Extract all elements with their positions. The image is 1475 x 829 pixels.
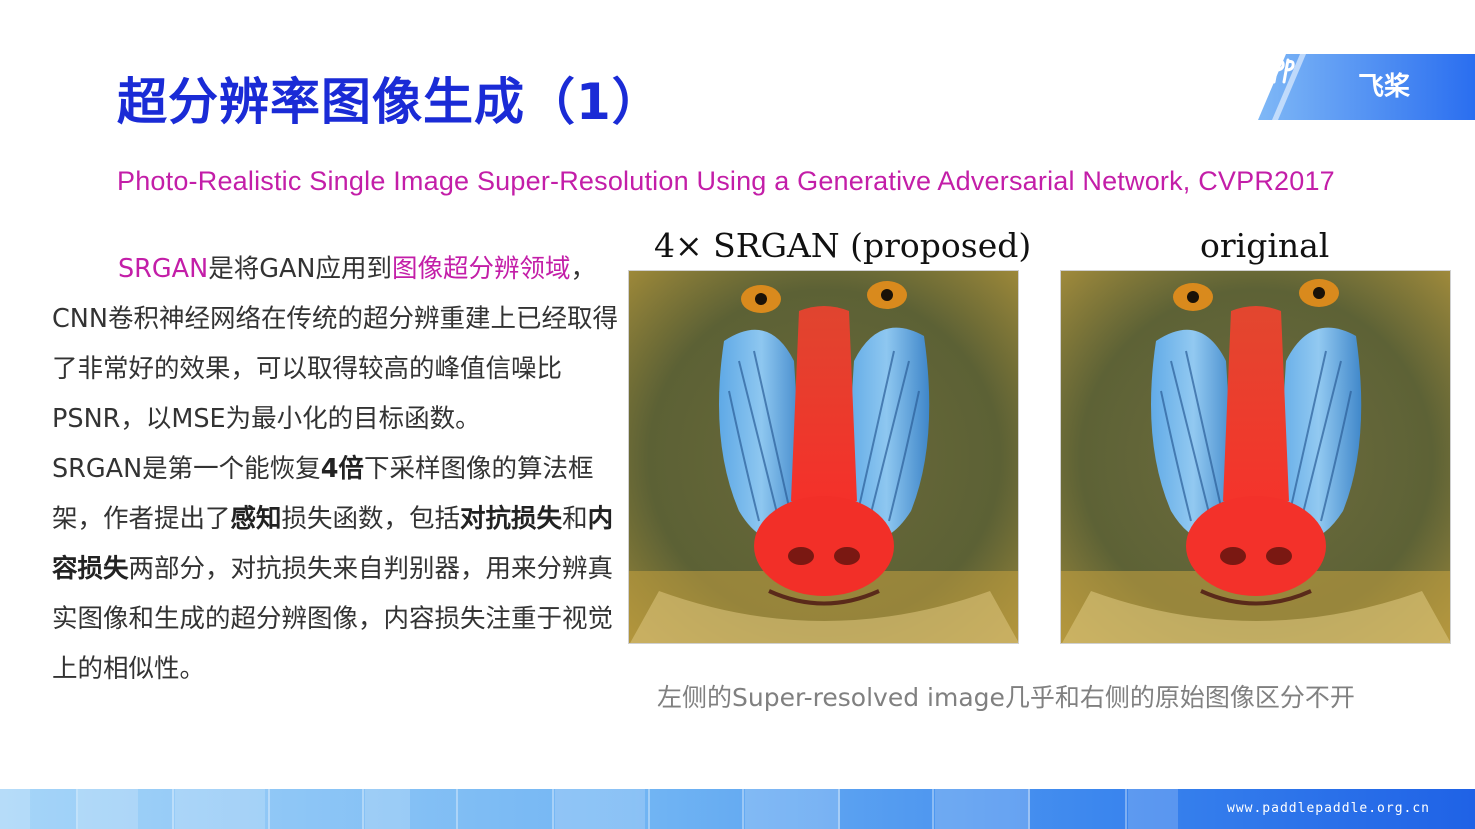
paddle-logo-icon xyxy=(1260,58,1295,84)
srgan-label: 4× SRGAN (proposed) xyxy=(654,226,1032,265)
text-run: SRGAN是第一个能恢复 xyxy=(52,454,321,484)
text-run: 损失函数，包括 xyxy=(281,504,461,534)
bold-term: 对抗损失 xyxy=(460,504,563,534)
paper-citation: Photo-Realistic Single Image Super-Resol… xyxy=(117,166,1335,196)
text-run: 是将GAN应用到 xyxy=(208,254,392,284)
bold-term: 4倍 xyxy=(320,454,364,484)
original-label: original xyxy=(1200,226,1330,265)
logo-name: 飞桨 xyxy=(1358,72,1411,102)
figure-caption: 左侧的Super-resolved image几乎和右侧的原始图像区分不开 xyxy=(657,683,1355,712)
original-image xyxy=(1060,270,1451,644)
text-run: 两部分，对抗损失来自判别器，用来分辨真实图像和生成的超分辨图像，内容损失注重于视… xyxy=(52,554,614,684)
bold-term: 感知 xyxy=(230,504,282,534)
paddle-logo: 飞桨 xyxy=(1258,54,1475,120)
term-super-resolution: 图像超分辨领域 xyxy=(391,254,571,284)
description-paragraph: SRGAN是将GAN应用到图像超分辨领域，CNN卷积神经网络在传统的超分辨重建上… xyxy=(52,244,622,694)
footer-url[interactable]: www.paddlepaddle.org.cn xyxy=(1227,800,1430,818)
slide-title: 超分辨率图像生成（1） xyxy=(117,73,663,131)
text-run: 和 xyxy=(562,504,588,534)
srgan-result-image xyxy=(628,270,1019,644)
term-srgan: SRGAN xyxy=(118,254,209,284)
